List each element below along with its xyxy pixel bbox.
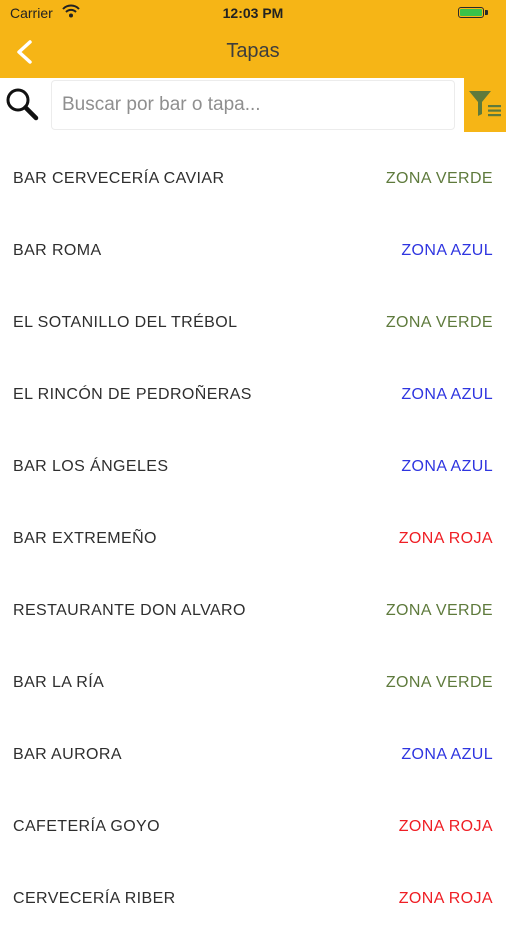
search-input[interactable]: [51, 80, 455, 130]
list-item[interactable]: BAR CERVECERÍA CAVIAR ZONA VERDE: [0, 144, 506, 216]
bar-list: BAR CERVECERÍA CAVIAR ZONA VERDE BAR ROMA Z…: [0, 144, 506, 936]
bar-name: CAFETERÍA GOYO: [13, 818, 160, 835]
list-item[interactable]: CERVECERÍA RIBER ZONA ROJA: [0, 864, 506, 936]
filter-button[interactable]: [464, 78, 506, 132]
list-item[interactable]: BAR AURORA ZONA AZUL: [0, 720, 506, 792]
list-item[interactable]: BAR ROMA ZONA AZUL: [0, 216, 506, 288]
battery-tip: [485, 10, 488, 15]
search-icon[interactable]: [4, 86, 40, 122]
bar-name: EL RINCÓN DE PEDROÑERAS: [13, 386, 252, 403]
list-item[interactable]: BAR LOS ÁNGELES ZONA AZUL: [0, 432, 506, 504]
navigation-bar: Tapas: [0, 26, 506, 78]
list-item[interactable]: BAR EXTREMEÑO ZONA ROJA: [0, 504, 506, 576]
zone-label: ZONA ROJA: [398, 890, 493, 907]
bar-name: EL SOTANILLO DEL TRÉBOL: [13, 314, 238, 331]
list-item[interactable]: EL RINCÓN DE PEDROÑERAS ZONA AZUL: [0, 360, 506, 432]
zone-label: ZONA ROJA: [398, 530, 493, 547]
list-item[interactable]: RESTAURANTE DON ALVARO ZONA VERDE: [0, 576, 506, 648]
zone-label: ZONA AZUL: [401, 386, 493, 403]
bar-name: BAR EXTREMEÑO: [13, 530, 157, 547]
zone-label: ZONA AZUL: [401, 746, 493, 763]
zone-label: ZONA VERDE: [385, 314, 493, 331]
status-time: 12:03 PM: [222, 5, 284, 21]
zone-label: ZONA AZUL: [401, 242, 493, 259]
zone-label: ZONA VERDE: [385, 170, 493, 187]
filter-icon: [469, 91, 501, 117]
status-bar: Carrier 12:03 PM: [0, 0, 506, 26]
bar-name: BAR AURORA: [13, 746, 122, 763]
zone-label: ZONA AZUL: [401, 458, 493, 475]
bar-name: RESTAURANTE DON ALVARO: [13, 602, 246, 619]
list-item[interactable]: CAFETERÍA GOYO ZONA ROJA: [0, 792, 506, 864]
zone-label: ZONA VERDE: [385, 602, 493, 619]
page-title: Tapas: [226, 40, 280, 62]
bar-name: CERVECERÍA RIBER: [13, 890, 176, 907]
list-item[interactable]: BAR LA RÍA ZONA VERDE: [0, 648, 506, 720]
list-item[interactable]: EL SOTANILLO DEL TRÉBOL ZONA VERDE: [0, 288, 506, 360]
bar-name: BAR ROMA: [13, 242, 102, 259]
zone-label: ZONA VERDE: [385, 674, 493, 691]
zone-label: ZONA ROJA: [398, 818, 493, 835]
bar-name: BAR CERVECERÍA CAVIAR: [13, 170, 225, 187]
search-bar: [0, 78, 506, 134]
bar-name: BAR LA RÍA: [13, 674, 105, 691]
bar-name: BAR LOS ÁNGELES: [13, 458, 169, 475]
battery-icon: [458, 7, 484, 18]
